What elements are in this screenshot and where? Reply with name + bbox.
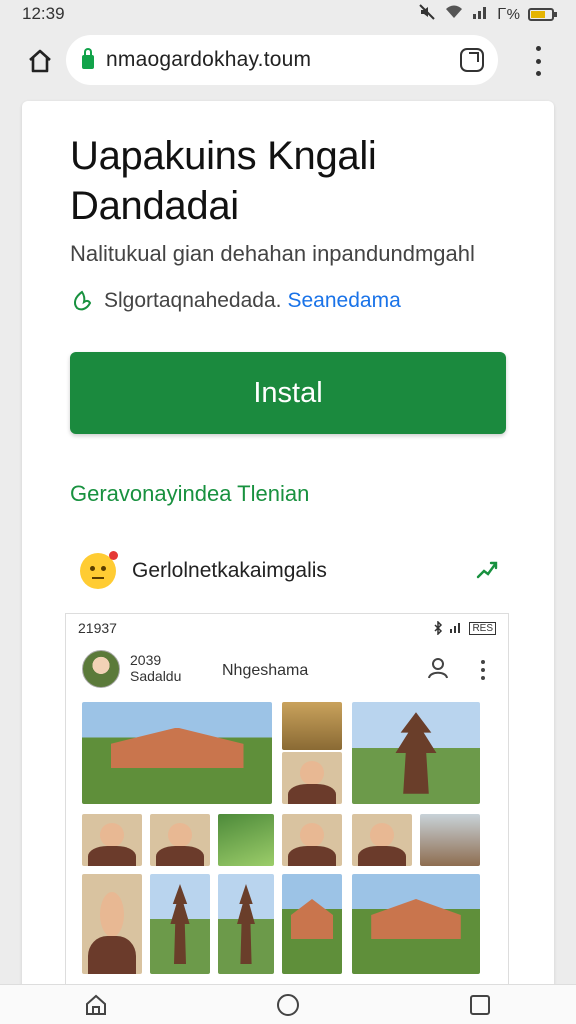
- inner-bluetooth-icon: [434, 621, 443, 635]
- mute-icon: [418, 3, 436, 25]
- inner-status-bar: 21937 RES: [66, 614, 508, 642]
- photo-tile[interactable]: [218, 814, 274, 866]
- nav-square-icon: [470, 994, 490, 1015]
- lock-icon: [82, 48, 94, 69]
- inner-name: Nhgeshama: [222, 662, 309, 679]
- nav-circle-icon: [277, 993, 299, 1016]
- photo-tile[interactable]: [352, 874, 480, 974]
- emoji-icon: [80, 551, 118, 589]
- status-time: 12:39: [22, 4, 65, 23]
- photo-tile[interactable]: [218, 874, 274, 974]
- share-icon[interactable]: [474, 557, 500, 583]
- rating-text: Slgortaqnahedada.: [104, 289, 282, 312]
- system-nav-bar: [0, 984, 576, 1024]
- install-button[interactable]: Instal: [70, 352, 506, 434]
- inner-more-icon[interactable]: [480, 660, 486, 680]
- inner-status-time: 21937: [78, 620, 117, 636]
- status-bar: 12:39 Ꮁ%: [0, 0, 576, 28]
- nav-circle-button[interactable]: [268, 985, 308, 1024]
- url-field[interactable]: nmaogardokhay.toum: [66, 35, 498, 85]
- rating-link[interactable]: Seanedama: [288, 289, 401, 313]
- person-icon[interactable]: [426, 656, 450, 680]
- photo-tile[interactable]: [82, 702, 272, 804]
- photo-tile[interactable]: [352, 814, 412, 866]
- more-vert-icon[interactable]: [528, 46, 548, 76]
- signal-text: Ꮁ%: [497, 5, 520, 23]
- wifi-icon: [444, 4, 464, 24]
- photo-tile[interactable]: [420, 814, 480, 866]
- photo-tile[interactable]: [282, 702, 342, 750]
- inner-date: 2039 Sadaldu: [130, 652, 182, 684]
- inner-battery-icon: RES: [469, 621, 496, 635]
- photo-tile[interactable]: [282, 874, 342, 974]
- photo-tile[interactable]: [282, 814, 342, 866]
- inner-header: 2039 Sadaldu Nhgeshama: [66, 642, 508, 700]
- inner-signal-icon: [450, 623, 461, 633]
- nav-home-icon: [86, 994, 106, 1015]
- signal-icon: [472, 4, 490, 24]
- photo-tile[interactable]: [150, 874, 210, 974]
- nav-home-button[interactable]: [76, 985, 116, 1024]
- avatar[interactable]: [82, 650, 120, 688]
- photo-tile[interactable]: [82, 814, 142, 866]
- battery-icon: [528, 7, 557, 21]
- home-icon: [29, 49, 51, 73]
- notification-text: Gerlolnetkakaimgalis: [132, 559, 327, 582]
- screenshot-preview[interactable]: 21937 RES 2039 Sadaldu Nhgeshama: [65, 613, 509, 1024]
- photo-tile[interactable]: [352, 702, 480, 804]
- leaf-icon: [73, 290, 92, 311]
- url-text: nmaogardokhay.toum: [106, 48, 312, 71]
- tabs-icon[interactable]: [460, 48, 484, 72]
- rating-row: Slgortaqnahedada. Seanedama: [70, 289, 401, 313]
- notification-row[interactable]: Gerlolnetkakaimgalis: [80, 551, 500, 591]
- nav-square-button[interactable]: [460, 985, 500, 1024]
- home-button[interactable]: [10, 31, 70, 91]
- photo-tile[interactable]: [82, 874, 142, 974]
- app-title: Uapakuins Kngali Dandadai: [70, 134, 377, 228]
- photo-tile[interactable]: [150, 814, 210, 866]
- app-subtitle: Nalitukual gian dehahan inpandundmgahl: [70, 241, 475, 266]
- developer-link[interactable]: Geravonayindea Tlenian: [70, 481, 309, 507]
- app-card: Uapakuins Kngali Dandadai Nalitukual gia…: [22, 101, 554, 1024]
- status-icons: Ꮁ%: [418, 3, 557, 25]
- browser-toolbar: nmaogardokhay.toum: [0, 28, 576, 94]
- photo-tile[interactable]: [282, 752, 342, 804]
